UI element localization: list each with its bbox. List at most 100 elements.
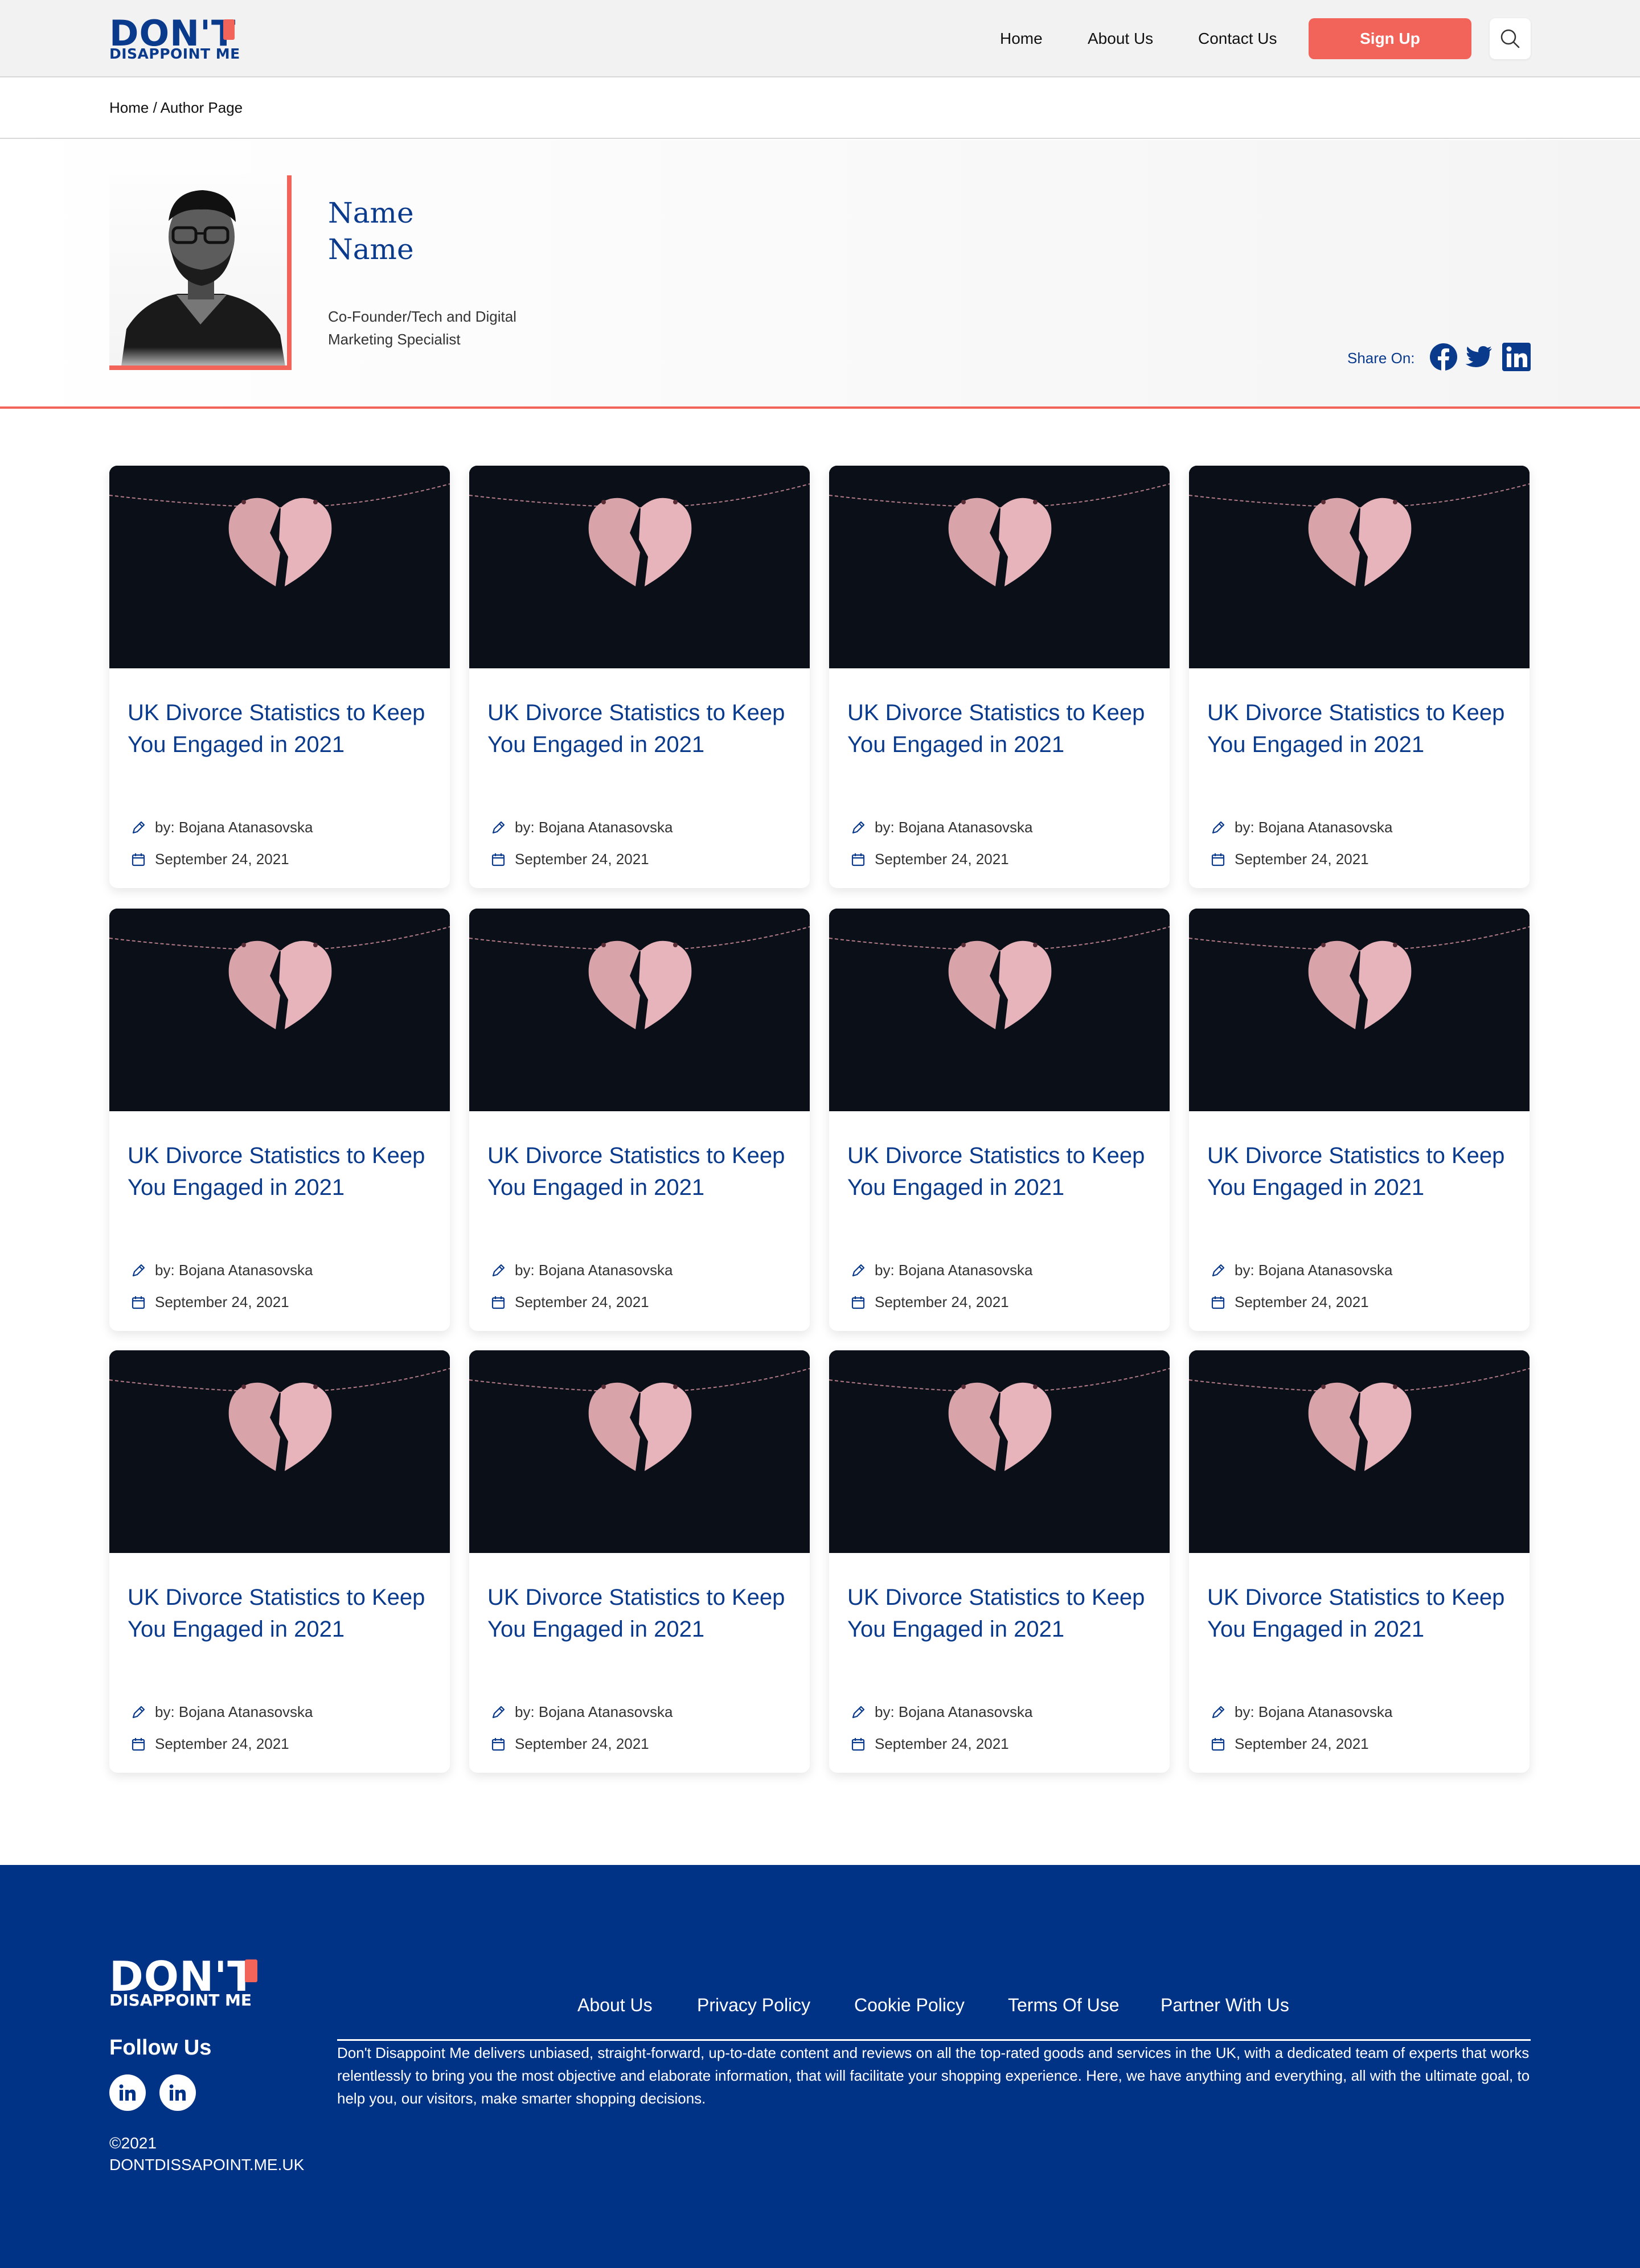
article-title[interactable]: UK Divorce Statistics to Keep You Engage… (128, 1581, 435, 1645)
pencil-icon (1212, 1264, 1225, 1276)
article-title[interactable]: UK Divorce Statistics to Keep You Engage… (487, 1140, 795, 1203)
pencil-icon (492, 1706, 505, 1718)
article-title[interactable]: UK Divorce Statistics to Keep You Engage… (1207, 697, 1515, 761)
article-title[interactable]: UK Divorce Statistics to Keep You Engage… (1207, 1140, 1515, 1203)
broken-heart-image (469, 909, 810, 1111)
article-title[interactable]: UK Divorce Statistics to Keep You Engage… (847, 697, 1155, 761)
article-author-text: by: Bojana Atanasovska (875, 1703, 1033, 1720)
article-card[interactable]: UK Divorce Statistics to Keep You Engage… (1189, 466, 1530, 888)
search-icon (1500, 29, 1520, 48)
footer-linkedin-button-2[interactable] (159, 2074, 196, 2111)
breadcrumb-bar: Home / Author Page (0, 79, 1640, 139)
share-label: Share On: (1347, 350, 1415, 367)
pencil-icon (852, 1264, 865, 1276)
pencil-icon (852, 1706, 865, 1718)
broken-heart-image (469, 1350, 810, 1553)
footer-logo-subtitle: DISAPPOINT ME (109, 1991, 252, 2010)
logo[interactable]: DON'T DISAPPOINT ME (109, 16, 240, 64)
footer-link-partner-with-us[interactable]: Partner With Us (1161, 1995, 1289, 2016)
article-card[interactable]: UK Divorce Statistics to Keep You Engage… (1189, 1350, 1530, 1773)
sign-up-button[interactable]: Sign Up (1309, 18, 1471, 59)
article-date-text: September 24, 2021 (515, 1293, 649, 1310)
follow-us-heading: Follow Us (109, 2036, 212, 2060)
nav-home[interactable]: Home (1000, 0, 1043, 77)
breadcrumb[interactable]: Home / Author Page (109, 99, 243, 117)
article-date: September 24, 2021 (1210, 1293, 1369, 1311)
article-title[interactable]: UK Divorce Statistics to Keep You Engage… (847, 1581, 1155, 1645)
article-card[interactable]: UK Divorce Statistics to Keep You Engage… (829, 909, 1170, 1331)
article-author-text: by: Bojana Atanasovska (515, 1703, 673, 1720)
pencil-icon (852, 821, 865, 833)
article-card[interactable]: UK Divorce Statistics to Keep You Engage… (829, 466, 1170, 888)
article-card[interactable]: UK Divorce Statistics to Keep You Engage… (829, 1350, 1170, 1773)
calendar-icon (1211, 1737, 1225, 1751)
author-name: Name Name (328, 196, 414, 266)
pencil-icon (132, 1264, 145, 1276)
article-title[interactable]: UK Divorce Statistics to Keep You Engage… (487, 1581, 795, 1645)
article-author: by: Bojana Atanasovska (490, 1262, 673, 1279)
article-author: by: Bojana Atanasovska (1210, 819, 1393, 836)
article-author: by: Bojana Atanasovska (490, 819, 673, 836)
article-title[interactable]: UK Divorce Statistics to Keep You Engage… (128, 697, 435, 761)
article-date: September 24, 2021 (1210, 1735, 1369, 1753)
twitter-icon[interactable] (1465, 343, 1493, 371)
article-title[interactable]: UK Divorce Statistics to Keep You Engage… (847, 1140, 1155, 1203)
article-date-text: September 24, 2021 (1235, 1735, 1369, 1752)
article-card[interactable]: UK Divorce Statistics to Keep You Engage… (109, 466, 450, 888)
logo-tag-icon (223, 19, 235, 40)
footer-logo-tag-icon (245, 1959, 257, 1982)
search-button[interactable] (1490, 18, 1531, 59)
article-author-text: by: Bojana Atanasovska (1235, 1703, 1393, 1720)
article-title[interactable]: UK Divorce Statistics to Keep You Engage… (487, 697, 795, 761)
article-author-text: by: Bojana Atanasovska (875, 1262, 1033, 1279)
footer-logo[interactable]: DON'T DISAPPOINT ME (109, 1956, 263, 2011)
article-author: by: Bojana Atanasovska (130, 1703, 313, 1721)
article-date: September 24, 2021 (850, 1735, 1009, 1753)
footer-link-privacy-policy[interactable]: Privacy Policy (697, 1995, 810, 2016)
article-date: September 24, 2021 (850, 1293, 1009, 1311)
footer-linkedin-button-1[interactable] (109, 2074, 146, 2111)
article-date-text: September 24, 2021 (515, 1735, 649, 1752)
article-date-text: September 24, 2021 (155, 1293, 289, 1310)
author-role: Co-Founder/Tech and Digital Marketing Sp… (328, 308, 516, 348)
calendar-icon (1211, 853, 1225, 866)
article-date: September 24, 2021 (130, 1293, 289, 1311)
calendar-icon (1211, 1296, 1225, 1309)
linkedin-icon (169, 2084, 186, 2101)
site-footer: DON'T DISAPPOINT ME Follow Us ©2021 DONT… (0, 1865, 1640, 2268)
broken-heart-image (109, 909, 450, 1111)
broken-heart-image (109, 466, 450, 668)
article-card[interactable]: UK Divorce Statistics to Keep You Engage… (469, 909, 810, 1331)
linkedin-icon[interactable] (1502, 343, 1531, 371)
article-card[interactable]: UK Divorce Statistics to Keep You Engage… (469, 1350, 810, 1773)
calendar-icon (491, 1296, 505, 1309)
footer-link-terms-of-use[interactable]: Terms Of Use (1008, 1995, 1120, 2016)
broken-heart-image (1189, 909, 1530, 1111)
footer-divider (337, 2039, 1531, 2041)
article-title[interactable]: UK Divorce Statistics to Keep You Engage… (1207, 1581, 1515, 1645)
pencil-icon (1212, 821, 1225, 833)
article-title[interactable]: UK Divorce Statistics to Keep You Engage… (128, 1140, 435, 1203)
calendar-icon (491, 1737, 505, 1751)
article-card[interactable]: UK Divorce Statistics to Keep You Engage… (1189, 909, 1530, 1331)
article-card[interactable]: UK Divorce Statistics to Keep You Engage… (109, 1350, 450, 1773)
copyright: ©2021 DONTDISSAPOINT.ME.UK (109, 2134, 305, 2174)
calendar-icon (491, 853, 505, 866)
article-card[interactable]: UK Divorce Statistics to Keep You Engage… (109, 909, 450, 1331)
broken-heart-image (829, 1350, 1170, 1553)
nav-contact-us[interactable]: Contact Us (1198, 0, 1277, 77)
logo-subtitle: DISAPPOINT ME (109, 46, 240, 62)
article-date-text: September 24, 2021 (155, 850, 289, 868)
nav-about-us[interactable]: About Us (1088, 0, 1153, 77)
article-author-text: by: Bojana Atanasovska (515, 1262, 673, 1279)
footer-link-cookie-policy[interactable]: Cookie Policy (854, 1995, 965, 2016)
facebook-icon[interactable] (1429, 343, 1458, 371)
article-date-text: September 24, 2021 (875, 1293, 1009, 1310)
article-card[interactable]: UK Divorce Statistics to Keep You Engage… (469, 466, 810, 888)
article-date-text: September 24, 2021 (875, 1735, 1009, 1752)
article-date: September 24, 2021 (490, 1293, 649, 1311)
pencil-icon (492, 821, 505, 833)
article-date: September 24, 2021 (490, 850, 649, 868)
footer-link-about-us[interactable]: About Us (577, 1995, 653, 2016)
footer-description: Don't Disappoint Me delivers unbiased, s… (337, 2044, 1530, 2107)
